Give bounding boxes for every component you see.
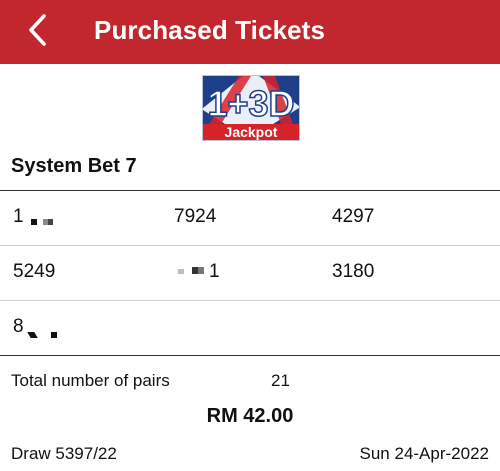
ticket-number: 7924 <box>174 206 217 227</box>
bet-type-title: System Bet 7 <box>11 155 137 177</box>
divider <box>0 190 500 191</box>
total-amount: RM 42.00 <box>206 405 294 427</box>
ticket-number: 5249 <box>13 261 56 282</box>
divider <box>0 355 500 356</box>
pairs-label: Total number of pairs <box>11 371 170 390</box>
row-divider <box>0 300 500 301</box>
draw-date: Sun 24-Apr-2022 <box>359 444 489 463</box>
ticket-number: 8 <box>13 315 57 339</box>
chevron-left-icon <box>29 14 46 46</box>
masked-number: 1 <box>13 205 53 229</box>
masked-number: 1 <box>176 260 220 284</box>
1-3d-jackpot-logo: 1+3D Jackpot <box>202 75 300 141</box>
back-button[interactable] <box>22 10 54 50</box>
masked-number: 8 <box>13 315 57 339</box>
app-header: Purchased Tickets <box>0 0 500 64</box>
ticket-number: 4297 <box>332 206 375 227</box>
ticket-number: 1 <box>176 260 220 284</box>
ticket-number: 3180 <box>332 261 375 282</box>
draw-number: Draw 5397/22 <box>11 444 117 463</box>
row-divider <box>0 245 500 246</box>
page-title: Purchased Tickets <box>94 15 326 45</box>
ticket-number: 1 <box>13 205 53 229</box>
pairs-value: 21 <box>271 371 290 390</box>
logo-bottom-text: Jackpot <box>225 124 278 140</box>
logo-top-text: 1+3D <box>207 83 294 124</box>
